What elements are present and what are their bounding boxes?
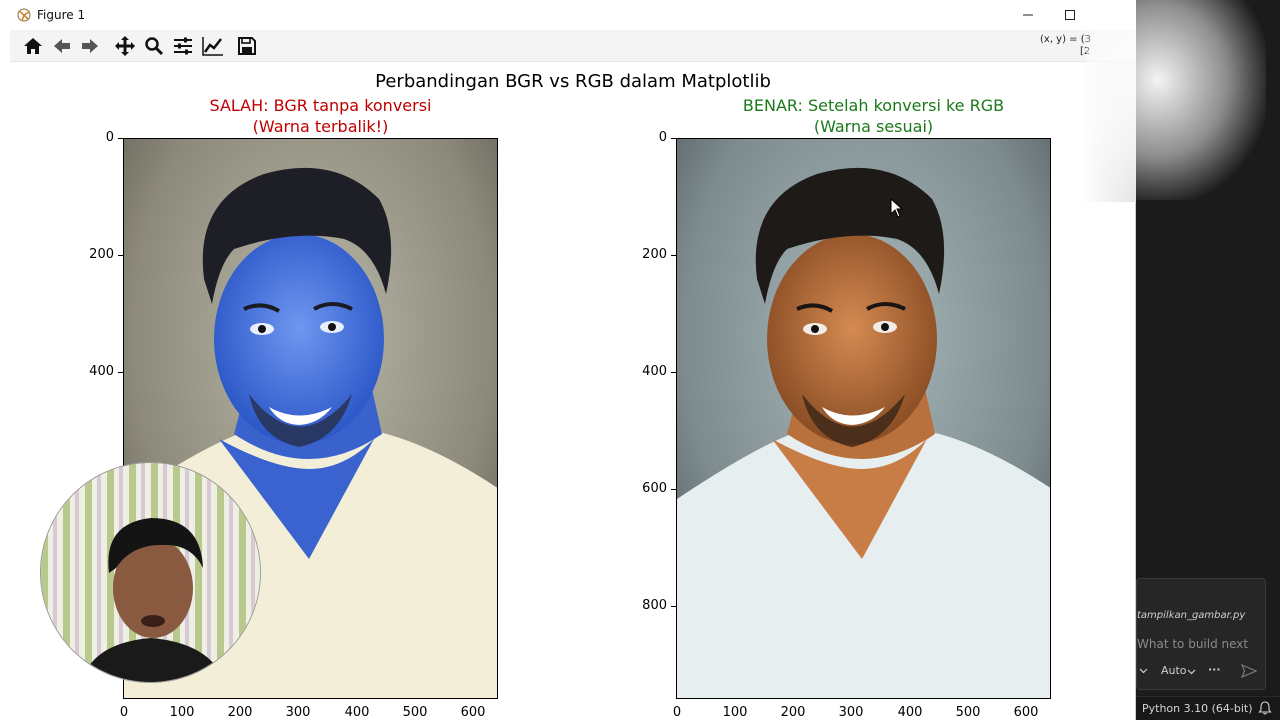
home-icon <box>24 38 42 54</box>
left-ytick-label: 200 <box>89 247 114 262</box>
mode-chevron-down-icon <box>1187 669 1196 675</box>
ide-status-bar: Python 3.10 (64-bit) <box>1136 696 1280 720</box>
configure-subplots-button[interactable] <box>170 33 196 59</box>
left-ytick-mark <box>118 255 123 256</box>
forward-button[interactable] <box>77 33 103 59</box>
right-title-line2: (Warna sesuai) <box>813 117 934 136</box>
left-ytick-label: 0 <box>105 130 114 145</box>
right-ytick-mark <box>671 489 676 490</box>
left-xtick-label: 400 <box>344 705 370 720</box>
left-xtick-label: 500 <box>402 705 428 720</box>
minimize-button[interactable] <box>1007 0 1049 30</box>
pan-button[interactable] <box>112 33 138 59</box>
right-xtick-label: 0 <box>672 705 682 720</box>
left-xtick-label: 0 <box>119 705 129 720</box>
ai-chat-box[interactable]: tampilkan_gambar.py What to build next A… <box>1136 578 1266 690</box>
left-xtick-label: 300 <box>285 705 311 720</box>
right-axes-rgb-image[interactable] <box>676 138 1051 699</box>
axes-edit-icon <box>202 37 223 56</box>
subplots-config-icon <box>174 37 192 55</box>
chevron-down-icon[interactable] <box>1139 666 1148 675</box>
left-ytick-mark <box>118 138 123 139</box>
minimize-icon <box>1023 14 1033 16</box>
rgb-portrait-image <box>677 139 1050 698</box>
python-interpreter-status[interactable]: Python 3.10 (64-bit) <box>1142 702 1253 715</box>
right-xtick-label: 600 <box>1013 705 1039 720</box>
right-ytick-mark <box>671 372 676 373</box>
left-title-line1: SALAH: BGR tanpa konversi <box>209 96 432 115</box>
right-xtick-label: 100 <box>722 705 748 720</box>
pan-icon <box>115 36 135 56</box>
matplotlib-app-icon <box>17 8 31 22</box>
right-ytick-label: 800 <box>642 598 667 613</box>
save-icon <box>238 37 256 55</box>
right-xtick-label: 500 <box>955 705 981 720</box>
left-subplot-title: SALAH: BGR tanpa konversi (Warna terbali… <box>133 95 508 137</box>
left-xtick-label: 200 <box>227 705 253 720</box>
right-xtick-label: 400 <box>897 705 923 720</box>
save-figure-button[interactable] <box>234 33 260 59</box>
edit-axes-button[interactable] <box>200 33 226 59</box>
left-ytick-mark <box>118 372 123 373</box>
screen-glare <box>1086 0 1266 200</box>
figure-suptitle: Perbandingan BGR vs RGB dalam Matplotlib <box>375 71 771 92</box>
more-options-button[interactable]: ··· <box>1208 663 1221 676</box>
home-button[interactable] <box>20 33 46 59</box>
right-title-line1: BENAR: Setelah konversi ke RGB <box>742 96 1005 115</box>
right-xtick-label: 200 <box>780 705 806 720</box>
right-ytick-mark <box>671 255 676 256</box>
right-ytick-label: 200 <box>642 247 667 262</box>
window-title: Figure 1 <box>37 8 86 22</box>
chat-input[interactable]: What to build next <box>1137 637 1248 651</box>
maximize-button[interactable] <box>1049 0 1091 30</box>
left-title-line2: (Warna terbalik!) <box>252 117 389 136</box>
right-ytick-label: 0 <box>658 130 667 145</box>
webcam-overlay <box>40 462 261 683</box>
chat-controls: Auto ··· <box>1137 663 1267 681</box>
send-icon[interactable] <box>1241 664 1257 678</box>
presenter-webcam-feed <box>41 463 260 682</box>
notification-bell-icon[interactable] <box>1258 701 1272 715</box>
left-ytick-label: 400 <box>89 364 114 379</box>
back-button[interactable] <box>49 33 75 59</box>
right-ytick-mark <box>671 606 676 607</box>
right-ytick-label: 400 <box>642 364 667 379</box>
left-xtick-label: 600 <box>460 705 486 720</box>
right-subplot-title: BENAR: Setelah konversi ke RGB (Warna se… <box>686 95 1061 137</box>
maximize-icon <box>1065 10 1075 20</box>
left-xtick-label: 100 <box>169 705 195 720</box>
zoom-button[interactable] <box>141 33 167 59</box>
navigation-toolbar: (x, y) = (3 [2 <box>10 30 1136 62</box>
chat-context-file[interactable]: tampilkan_gambar.py <box>1137 610 1245 621</box>
right-ytick-mark <box>671 138 676 139</box>
forward-arrow-icon <box>82 39 98 53</box>
right-xtick-label: 300 <box>838 705 864 720</box>
mode-selector[interactable]: Auto <box>1161 664 1187 677</box>
mouse-cursor-icon <box>890 198 904 218</box>
window-titlebar[interactable]: Figure 1 <box>0 0 1136 30</box>
zoom-icon <box>145 37 164 56</box>
right-ytick-label: 600 <box>642 481 667 496</box>
back-arrow-icon <box>54 39 70 53</box>
